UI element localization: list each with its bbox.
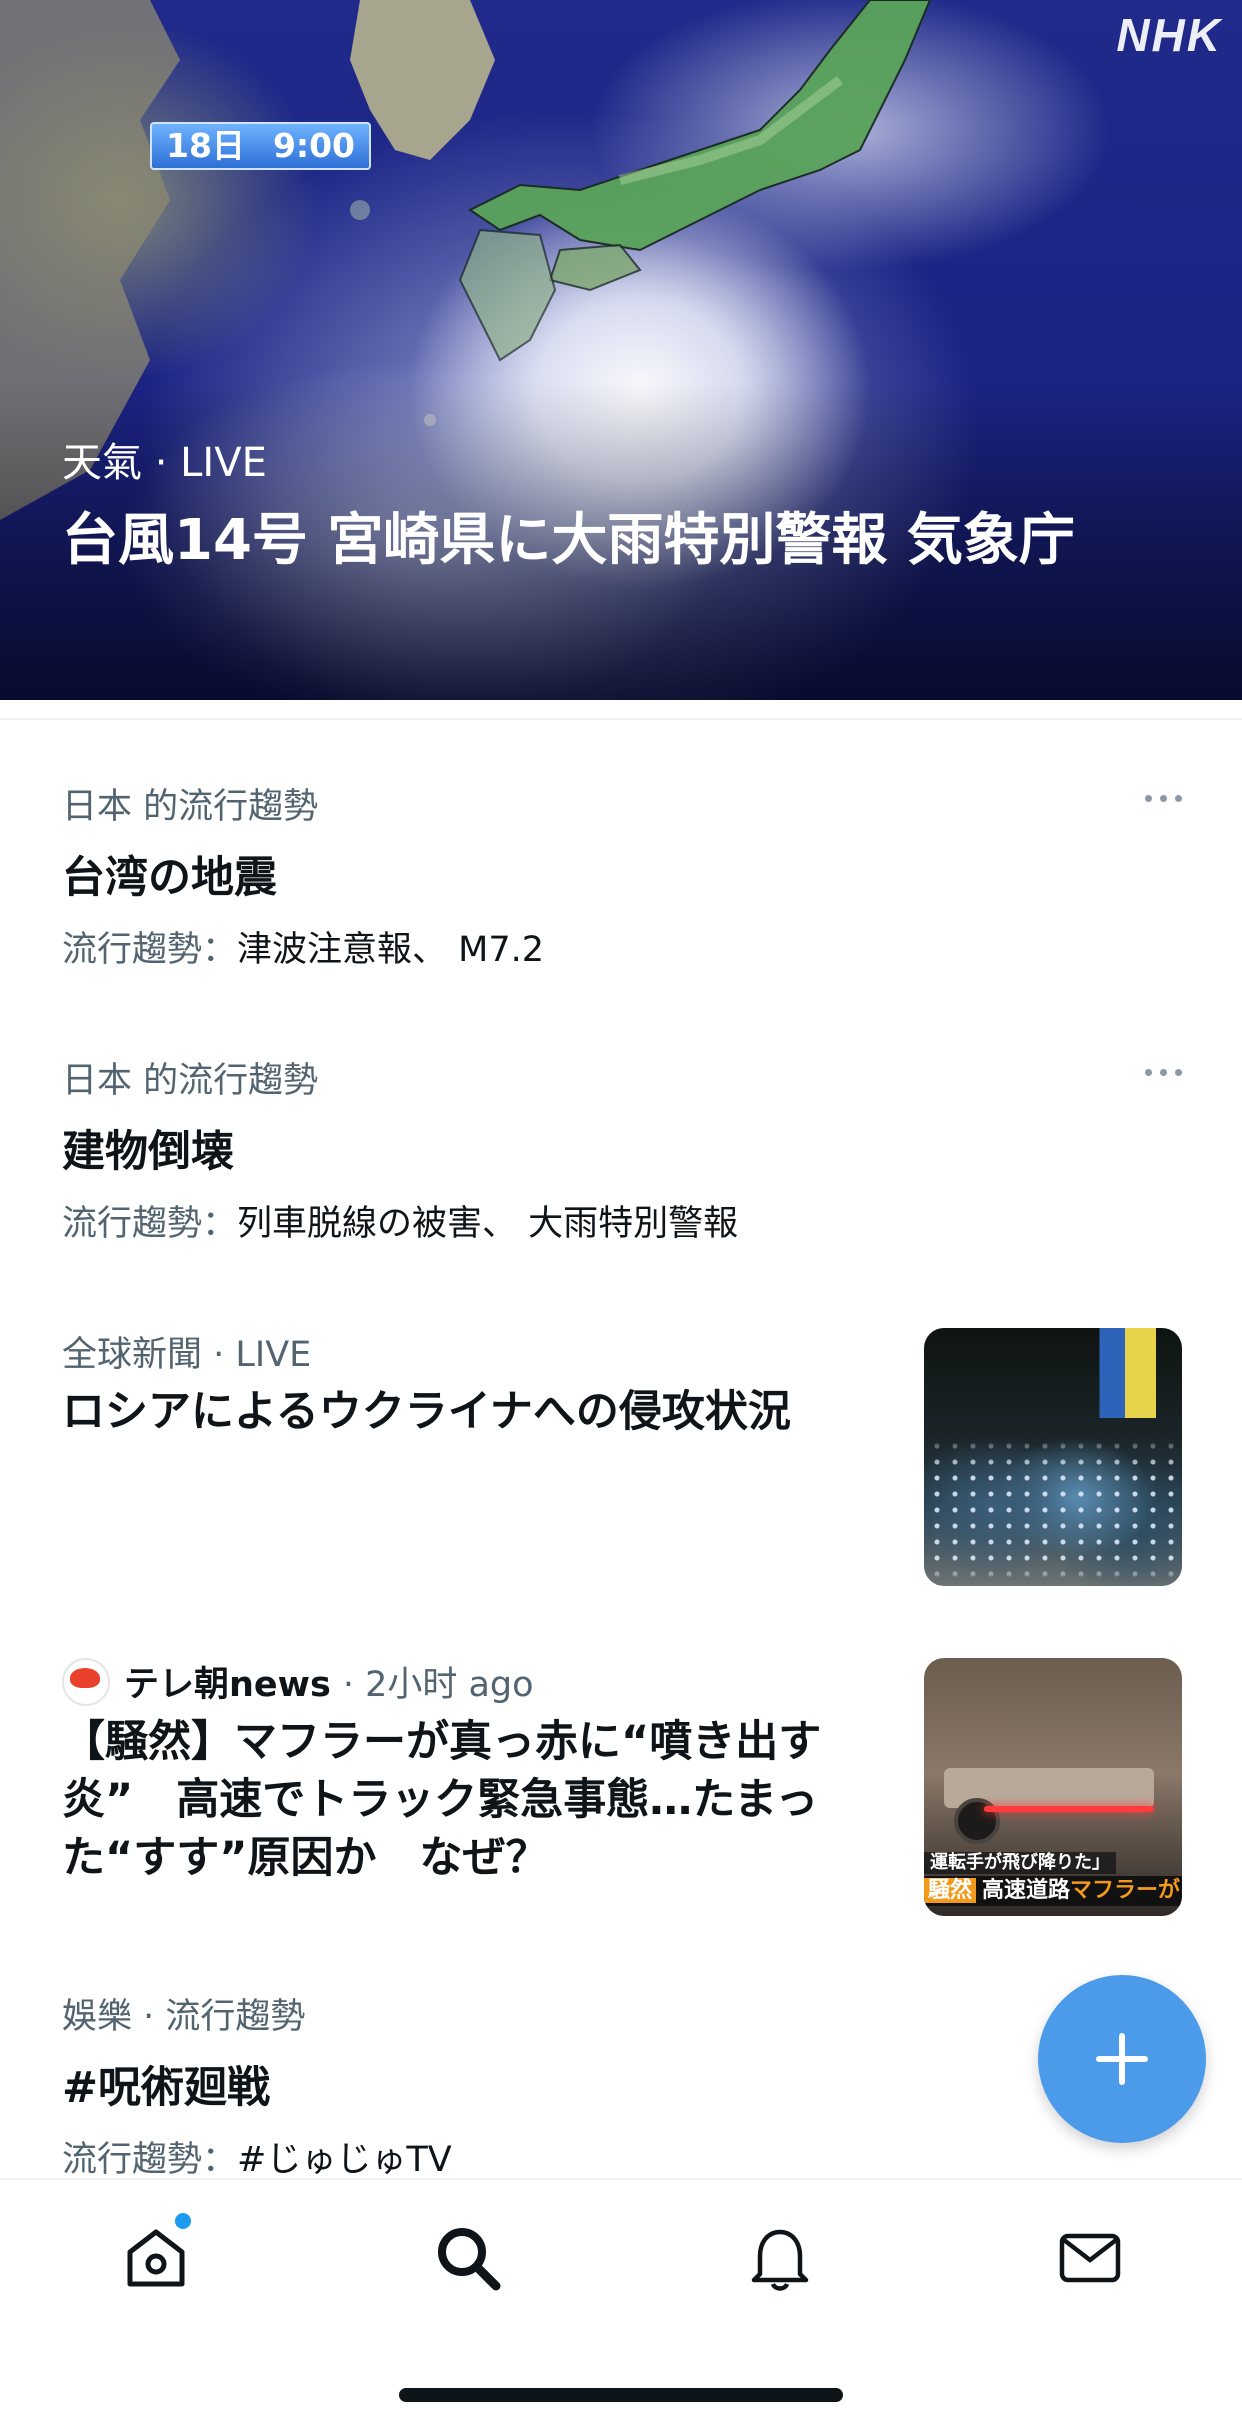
news-time: · 2小时 ago — [342, 1665, 534, 1705]
trend-item[interactable]: 娛樂 · 流行趨勢 #呪術廻戦 流行趨勢：#じゅじゅTV — [62, 1988, 1182, 2182]
thumb-caption-main: 高速道路 — [982, 1878, 1071, 1903]
mail-icon[interactable] — [1054, 2222, 1126, 2294]
trend-item[interactable]: 日本 的流行趨勢 台湾の地震 流行趨勢：津波注意報、 M7.2 — [62, 778, 1182, 972]
bell-icon[interactable] — [744, 2222, 816, 2294]
trend-sub: 流行趨勢：#じゅじゅTV — [62, 2131, 1182, 2182]
trend-title: 台湾の地震 — [62, 853, 277, 903]
source-logo-icon — [62, 1657, 110, 1706]
trend-sub-label: 流行趨勢： — [62, 2140, 238, 2180]
thumb-caption-highlight: マフラーが — [1070, 1878, 1181, 1903]
section-divider — [0, 718, 1242, 720]
thumb-caption-tag: 騒然 — [924, 1878, 977, 1903]
trend-meta: 日本 的流行趨勢 — [62, 1061, 319, 1101]
hero-category: 天氣 · LIVE — [62, 440, 267, 486]
trend-title: #呪術廻戦 — [62, 2063, 271, 2113]
trend-meta: 娛樂 · 流行趨勢 — [62, 1997, 306, 2037]
trend-sub-label: 流行趨勢： — [62, 1204, 238, 1244]
more-options-icon[interactable] — [1122, 780, 1182, 816]
hero-title[interactable]: 台風14号 宮崎県に大雨特別警報 気象庁 — [62, 500, 1182, 582]
news-title: 【騒然】マフラーが真っ赤に“噴き出す炎” 高速でトラック緊急事態…たまった“すす… — [62, 1717, 822, 1883]
compose-button[interactable] — [1038, 1975, 1206, 2143]
search-icon[interactable] — [432, 2222, 504, 2294]
timestamp-day: 18日 — [166, 126, 245, 165]
timestamp-time: 9:00 — [272, 126, 356, 165]
exhaust-glow — [984, 1806, 1154, 1812]
trend-sub-value: 列車脱線の被害、 大雨特別警報 — [237, 1204, 739, 1244]
news-thumbnail[interactable]: 運転手が飛び降りた」 騒然 高速道路マフラーが — [924, 1658, 1182, 1916]
trend-sub-value: #じゅじゅTV — [237, 2140, 452, 2180]
trend-title: 建物倒壊 — [62, 1127, 234, 1177]
thumb-caption-top: 運転手が飛び降りた」 — [924, 1852, 1116, 1874]
map-timestamp: 18日 9:00 — [150, 122, 372, 170]
trend-sub: 流行趨勢：津波注意報、 M7.2 — [62, 921, 1182, 972]
notification-dot — [172, 2210, 194, 2232]
home-indicator[interactable] — [399, 2388, 843, 2402]
news-item[interactable]: テレ朝news · 2小时 ago 【騒然】マフラーが真っ赤に“噴き出す炎” 高… — [62, 1656, 882, 1887]
news-item[interactable]: 全球新聞 · LIVE ロシアによるウクライナへの侵攻状況 — [62, 1326, 882, 1441]
trend-sub-value: 津波注意報、 M7.2 — [237, 930, 545, 970]
more-options-icon[interactable] — [1122, 1054, 1182, 1090]
trend-sub-label: 流行趨勢： — [62, 930, 238, 970]
trend-meta: 日本 的流行趨勢 — [62, 787, 319, 827]
hero-banner[interactable]: NHK 18日 9:00 天氣 · LIVE 台風14号 宮崎県に大雨特別警報 気… — [0, 0, 1242, 700]
news-meta: テレ朝news · 2小时 ago — [62, 1656, 882, 1707]
news-title: ロシアによるウクライナへの侵攻状況 — [62, 1387, 791, 1437]
wheel-shape — [954, 1798, 1000, 1844]
news-source: テレ朝news — [124, 1665, 331, 1705]
trend-item[interactable]: 日本 的流行趨勢 建物倒壊 流行趨勢：列車脱線の被害、 大雨特別警報 — [62, 1052, 1182, 1246]
nhk-watermark: NHK — [1116, 9, 1222, 61]
home-icon[interactable] — [120, 2222, 192, 2294]
thumb-caption: 騒然 高速道路マフラーが — [924, 1876, 1182, 1906]
trend-sub: 流行趨勢：列車脱線の被害、 大雨特別警報 — [62, 1195, 1182, 1246]
news-thumbnail[interactable] — [924, 1328, 1182, 1586]
news-meta: 全球新聞 · LIVE — [62, 1335, 312, 1375]
